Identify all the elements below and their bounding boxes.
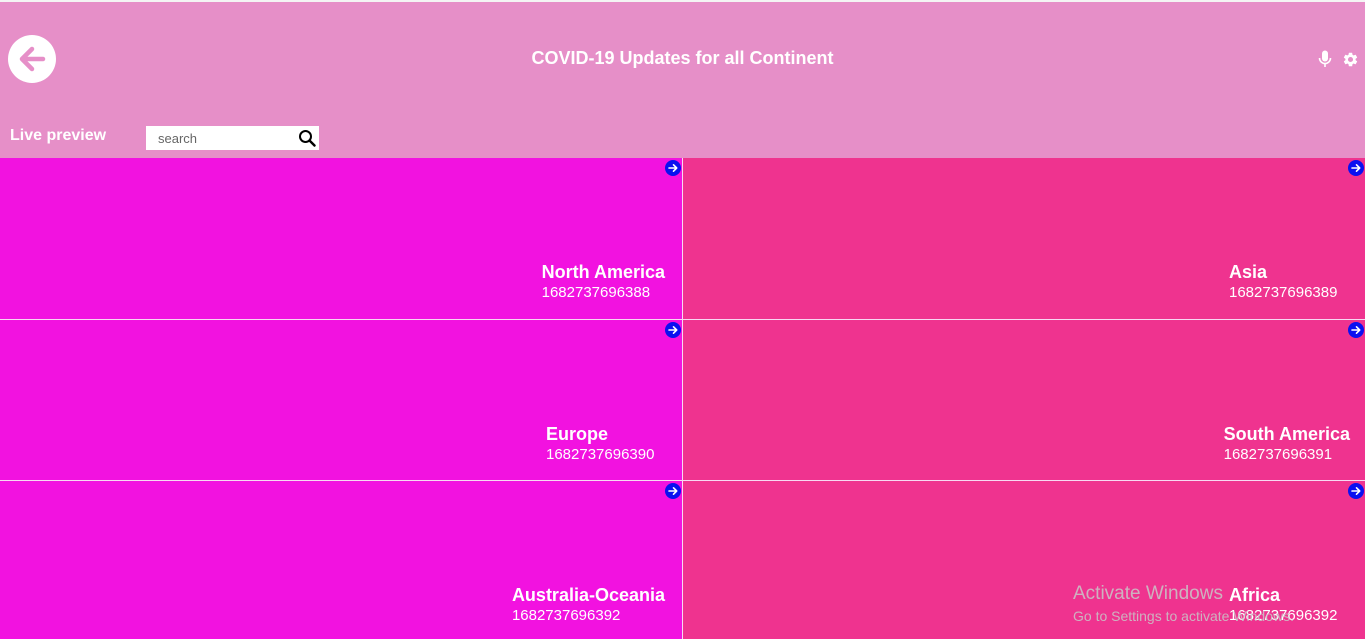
live-preview-label: Live preview	[10, 127, 107, 144]
continent-name: North America	[541, 262, 665, 282]
microphone-icon[interactable]	[1318, 50, 1332, 68]
continent-name: Africa	[1229, 585, 1281, 605]
gear-icon[interactable]	[1342, 51, 1359, 68]
continent-name: Australia-Oceania	[511, 585, 665, 605]
continent-name: Europe	[546, 424, 609, 444]
continent-card-asia[interactable]: Asia 1682737696389	[683, 158, 1365, 319]
app-window: COVID-19 Updates for all Continent Live …	[0, 0, 1365, 639]
arrow-right-circle-icon[interactable]	[1348, 483, 1364, 499]
arrow-right-circle-icon[interactable]	[665, 322, 681, 338]
continent-value: 1682737696391	[1223, 446, 1333, 463]
continent-value: 1682737696390	[546, 446, 655, 463]
arrow-right-circle-icon[interactable]	[1348, 322, 1364, 338]
continent-card-europe[interactable]: Europe 1682737696390	[0, 319, 683, 480]
continent-value: 1682737696392	[511, 607, 621, 624]
magnifier-icon[interactable]	[298, 129, 316, 147]
arrow-right-circle-icon[interactable]	[665, 160, 681, 176]
continent-value: 1682737696388	[541, 284, 651, 301]
search-box	[146, 126, 319, 150]
arrow-right-circle-icon[interactable]	[665, 483, 681, 499]
arrow-right-circle-icon[interactable]	[1348, 160, 1364, 176]
continent-value: 1682737696392	[1229, 607, 1338, 624]
continent-name: Asia	[1229, 262, 1268, 282]
continent-card-south-america[interactable]: South America 1682737696391	[683, 319, 1365, 480]
header-actions	[1318, 50, 1359, 68]
continent-card-africa[interactable]: Africa 1682737696392	[683, 480, 1365, 639]
continent-value: 1682737696389	[1229, 284, 1338, 301]
page-title: COVID-19 Updates for all Continent	[531, 48, 834, 68]
continent-card-north-america[interactable]: North America 1682737696388	[0, 158, 683, 319]
continent-grid: North America 1682737696388 Asia 1682737…	[0, 158, 1365, 639]
header-bar: COVID-19 Updates for all Continent Live …	[0, 0, 1365, 158]
search-input[interactable]	[146, 127, 298, 149]
continent-name: South America	[1223, 424, 1350, 444]
continent-card-australia-oceania[interactable]: Australia-Oceania 1682737696392	[0, 480, 683, 639]
